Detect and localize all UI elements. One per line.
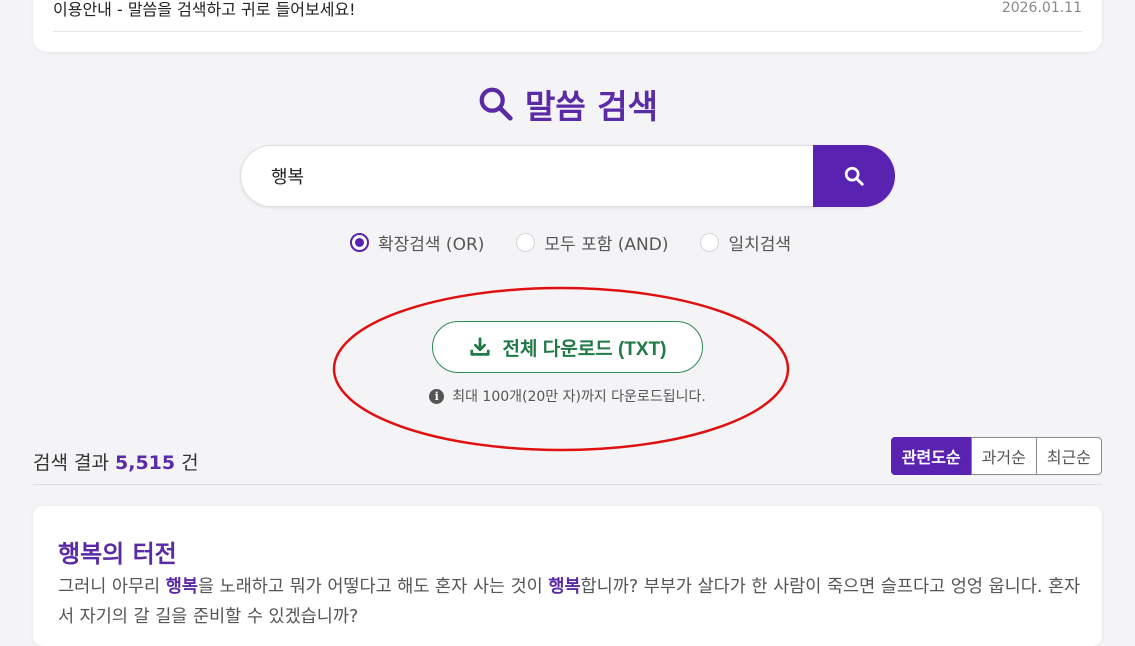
- results-suffix: 건: [181, 452, 199, 474]
- radio-and[interactable]: [516, 232, 536, 252]
- info-icon: i: [429, 388, 445, 404]
- search-heading-icon: [479, 87, 513, 121]
- search-bar: [240, 145, 895, 207]
- download-note: i 최대 100개(20만 자)까지 다운로드됩니다.: [0, 385, 1135, 407]
- radio-exact[interactable]: [700, 232, 720, 252]
- result-card[interactable]: 행복의 터전 그러니 아무리 행복을 노래하고 뭐가 어떻다고 해도 혼자 사는…: [33, 506, 1102, 646]
- radio-or[interactable]: [349, 232, 369, 252]
- keyword-highlight: 행복: [548, 577, 581, 597]
- search-button[interactable]: [813, 145, 895, 207]
- download-all-button[interactable]: 전체 다운로드 (TXT): [432, 321, 703, 373]
- sort-group: 관련도순 과거순 최근순: [890, 437, 1102, 475]
- result-excerpt: 그러니 아무리 행복을 노래하고 뭐가 어떻다고 해도 혼자 사는 것이 행복합…: [58, 572, 1083, 632]
- keyword-highlight: 행복: [165, 577, 198, 597]
- results-prefix: 검색 결과: [33, 452, 109, 474]
- page-title: 말씀 검색: [525, 87, 658, 126]
- search-mode-group: 확장검색 (OR) 모두 포함 (AND) 일치검색: [0, 228, 1135, 256]
- notice-title[interactable]: 이용안내 - 말씀을 검색하고 귀로 들어보세요!: [53, 0, 356, 20]
- results-header: 검색 결과 5,515 건 관련도순 과거순 최근순: [33, 437, 1102, 485]
- search-mode-and-label: 모두 포함 (AND): [544, 234, 669, 255]
- search-mode-exact-label: 일치검색: [728, 234, 792, 255]
- sort-relevance-button[interactable]: 관련도순: [890, 437, 972, 475]
- excerpt-text: 을 노래하고 뭐가 어떻다고 해도 혼자 사는 것이: [197, 577, 549, 597]
- sort-newest-button[interactable]: 최근순: [1035, 437, 1102, 475]
- results-number: 5,515: [115, 452, 176, 474]
- search-mode-or-label: 확장검색 (OR): [377, 234, 485, 255]
- excerpt-text: 그러니 아무리: [58, 577, 166, 597]
- results-count: 검색 결과 5,515 건: [33, 448, 199, 475]
- search-mode-exact[interactable]: 일치검색: [700, 228, 791, 256]
- search-mode-and[interactable]: 모두 포함 (AND): [516, 228, 668, 256]
- download-note-text: 최대 100개(20만 자)까지 다운로드됩니다.: [452, 389, 706, 405]
- download-icon: [469, 337, 490, 356]
- search-mode-or[interactable]: 확장검색 (OR): [349, 228, 485, 256]
- download-label: 전체 다운로드 (TXT): [502, 338, 667, 360]
- search-input[interactable]: [240, 145, 813, 207]
- search-heading: 말씀 검색: [0, 82, 1135, 126]
- notice-row[interactable]: 이용안내 - 말씀을 검색하고 귀로 들어보세요! 2026.01.11: [53, 0, 1082, 32]
- search-icon: [844, 166, 864, 186]
- sort-oldest-button[interactable]: 과거순: [970, 437, 1037, 475]
- result-title[interactable]: 행복의 터전: [58, 534, 177, 569]
- notice-date: 2026.01.11: [1001, 0, 1082, 16]
- notice-card: 이용안내 - 말씀을 검색하고 귀로 들어보세요! 2026.01.11: [33, 0, 1102, 52]
